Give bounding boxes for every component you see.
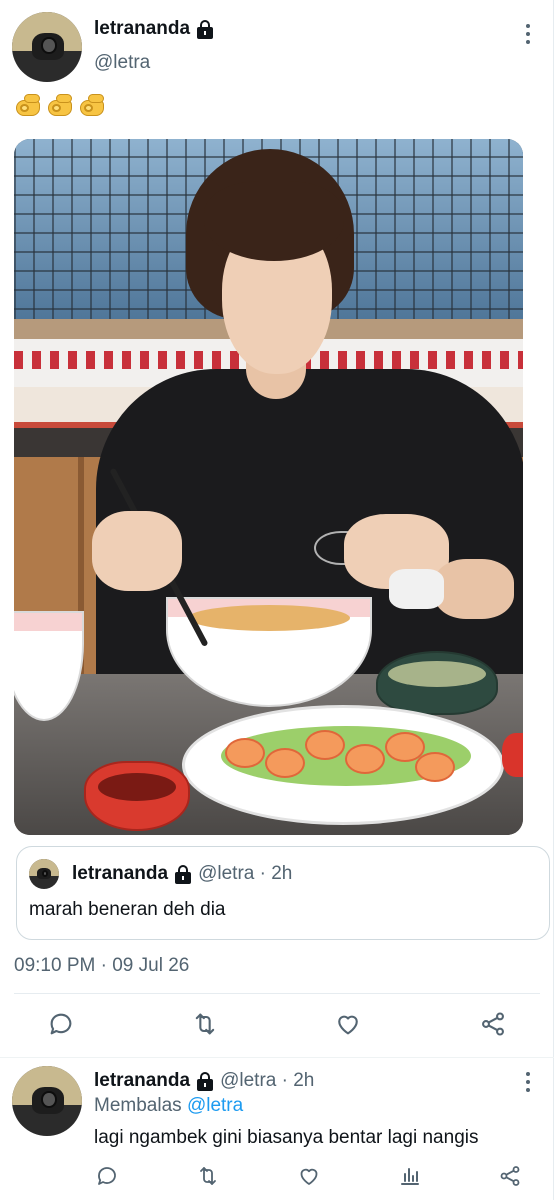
avatar[interactable] <box>12 1066 82 1136</box>
quoted-tweet-header: letrananda @letra · 2h <box>72 863 292 885</box>
reply-action-bar <box>0 1164 554 1190</box>
tweet-photo[interactable] <box>14 139 523 835</box>
retweet-icon[interactable] <box>196 1164 220 1188</box>
handle-and-time: @letra · 2h <box>198 863 293 884</box>
reply-icon[interactable] <box>47 1010 75 1038</box>
tweet-action-bar <box>0 1010 554 1044</box>
lock-icon <box>196 1071 214 1091</box>
display-name[interactable]: letrananda <box>94 18 190 40</box>
divider <box>14 993 540 994</box>
tweet-timestamp[interactable]: 09:10 PM · 09 Jul 26 <box>14 955 189 977</box>
lock-icon <box>174 864 192 884</box>
tweet-detail-view: letrananda @letra letrananda @letra · 2h… <box>0 0 554 1200</box>
like-icon[interactable] <box>334 1010 362 1038</box>
reply-header: letrananda @letra · 2h <box>94 1070 314 1092</box>
author-name-row: letrananda <box>94 18 214 40</box>
hand-with-index-finger-and-thumb-crossed-icon <box>78 92 108 120</box>
divider <box>0 1057 554 1058</box>
avatar <box>29 859 59 889</box>
quoted-tweet[interactable]: letrananda @letra · 2h marah beneran deh… <box>16 846 550 940</box>
tweet-text <box>14 92 108 120</box>
handle-and-time: @letra · 2h <box>220 1070 315 1091</box>
display-name[interactable]: letrananda <box>94 1070 190 1092</box>
replying-to: Membalas @letra <box>94 1095 243 1117</box>
display-name: letrananda <box>72 863 169 884</box>
reply-text: lagi ngambek gini biasanya bentar lagi n… <box>94 1127 479 1148</box>
hand-with-index-finger-and-thumb-crossed-icon <box>14 92 44 120</box>
hand-with-index-finger-and-thumb-crossed-icon <box>46 92 76 120</box>
views-icon[interactable] <box>398 1164 422 1188</box>
user-handle[interactable]: @letra <box>94 52 150 74</box>
quoted-tweet-text: marah beneran deh dia <box>29 899 226 920</box>
mention-link[interactable]: @letra <box>187 1095 243 1116</box>
more-options-icon[interactable] <box>525 1072 531 1092</box>
more-options-icon[interactable] <box>525 24 531 44</box>
like-icon[interactable] <box>297 1164 321 1188</box>
avatar[interactable] <box>12 12 82 82</box>
share-icon[interactable] <box>498 1164 522 1188</box>
lock-icon <box>196 19 214 39</box>
share-icon[interactable] <box>479 1010 507 1038</box>
replying-to-label: Membalas <box>94 1095 182 1116</box>
reply-icon[interactable] <box>95 1164 119 1188</box>
retweet-icon[interactable] <box>191 1010 219 1038</box>
